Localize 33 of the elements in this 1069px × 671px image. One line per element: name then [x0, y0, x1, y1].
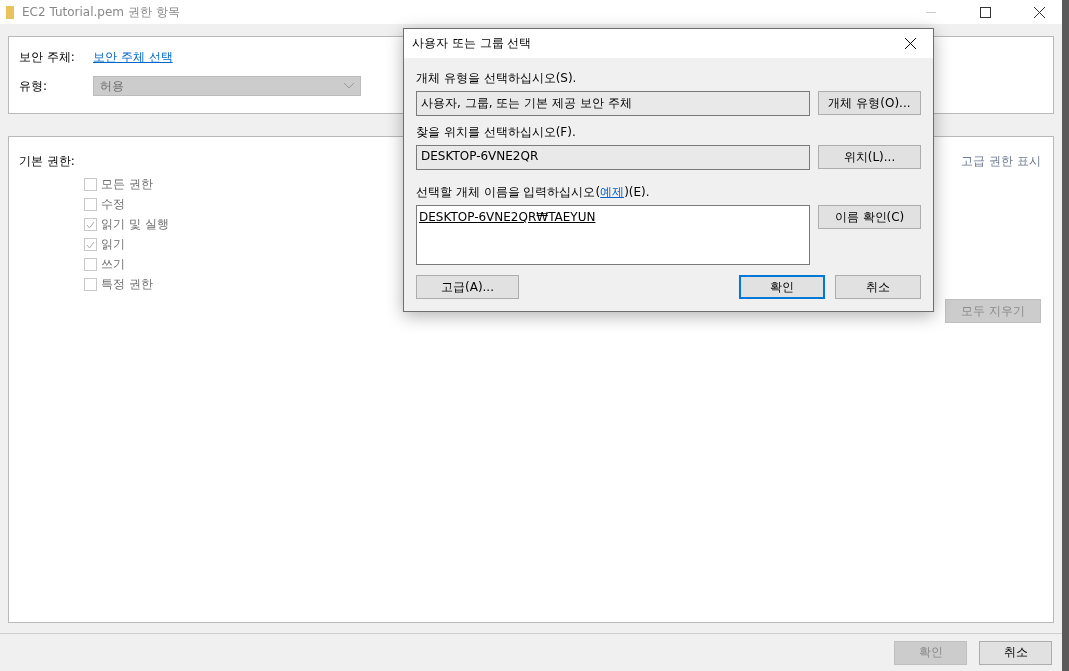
- permission-label: 수정: [101, 196, 125, 213]
- advanced-button[interactable]: 고급(A)...: [416, 275, 519, 299]
- chevron-down-icon: [344, 83, 354, 89]
- object-type-field: 사용자, 그룹, 또는 기본 제공 보안 주체: [416, 91, 810, 116]
- close-icon: [1033, 6, 1045, 18]
- cancel-button[interactable]: 취소: [835, 275, 921, 299]
- permission-label: 모든 권한: [101, 176, 153, 193]
- close-icon: [904, 38, 916, 49]
- permission-label: 읽기: [101, 236, 125, 253]
- ok-button[interactable]: 확인: [739, 275, 825, 299]
- location-label: 찾을 위치를 선택하십시오(F).: [416, 124, 577, 141]
- object-type-label: 개체 유형을 선택하십시오(S).: [416, 70, 578, 87]
- minimize-icon: [926, 11, 936, 13]
- permission-label: 쓰기: [101, 256, 125, 273]
- select-principal-link[interactable]: 보안 주체 선택: [93, 49, 173, 66]
- maximize-icon: [979, 6, 991, 18]
- permissions-label: 기본 권한:: [19, 153, 76, 170]
- principal-label: 보안 주체:: [19, 49, 76, 66]
- object-types-button[interactable]: 개체 유형(O)...: [818, 91, 921, 115]
- object-names-label: 선택할 개체 이름을 입력하십시오(예제)(E).: [416, 184, 651, 201]
- window-title: EC2 Tutorial.pem 권한 항목: [22, 3, 181, 21]
- location-field: DESKTOP-6VNE2QR: [416, 145, 810, 170]
- permission-label: 특정 권한: [101, 276, 153, 293]
- check-names-button[interactable]: 이름 확인(C): [818, 205, 921, 229]
- cancel-button[interactable]: 취소: [979, 640, 1052, 665]
- folder-icon: [6, 5, 14, 19]
- type-label: 유형:: [19, 77, 49, 95]
- object-names-input[interactable]: DESKTOP-6VNE2QR₩TAEYUN: [416, 205, 810, 265]
- dialog-title: 사용자 또는 그룹 선택: [412, 35, 533, 52]
- examples-link[interactable]: 예제: [600, 185, 625, 199]
- show-advanced-permissions-link[interactable]: 고급 권한 표시: [961, 153, 1041, 170]
- permission-label: 읽기 및 실행: [101, 216, 169, 233]
- locations-button[interactable]: 위치(L)...: [818, 145, 921, 169]
